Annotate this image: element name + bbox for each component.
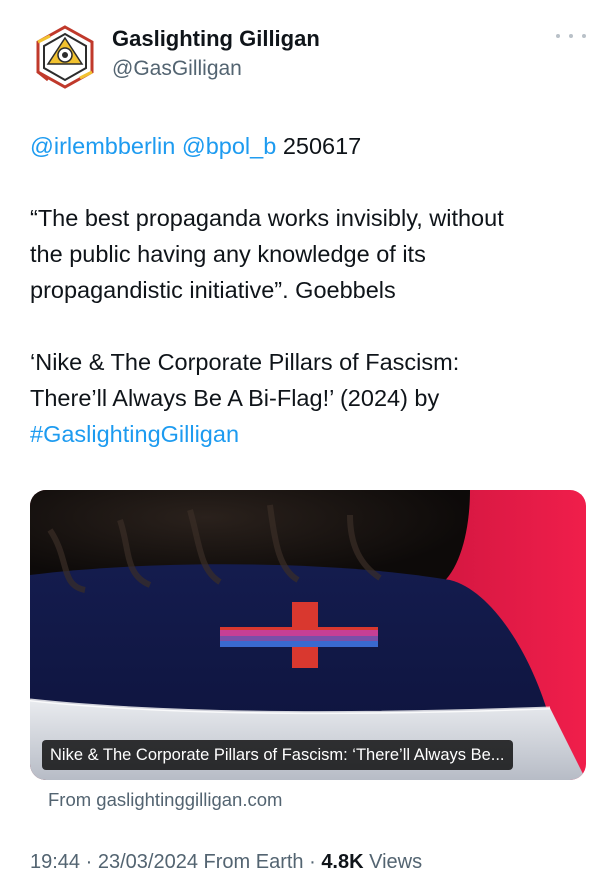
jersey-photo bbox=[30, 490, 586, 780]
tweet-date[interactable]: 23/03/2024 bbox=[98, 851, 198, 873]
mention-link[interactable]: @bpol_b bbox=[182, 133, 276, 159]
display-name[interactable]: Gaslighting Gilligan bbox=[112, 24, 320, 54]
views-label: Views bbox=[363, 851, 423, 873]
tweet-header: Gaslighting Gilligan @GasGilligan bbox=[30, 14, 586, 94]
meta-separator: · bbox=[80, 851, 98, 873]
quote-line: the public having any knowledge of its bbox=[30, 241, 426, 267]
dot bbox=[582, 34, 586, 38]
tweet-location: From Earth bbox=[197, 851, 304, 873]
link-card-caption[interactable]: Nike & The Corporate Pillars of Fascism:… bbox=[42, 740, 513, 770]
link-card-image[interactable]: Nike & The Corporate Pillars of Fascism:… bbox=[30, 490, 586, 780]
quote-line: propagandistic initiative”. Goebbels bbox=[30, 277, 396, 303]
mention-link[interactable]: @irlembberlin bbox=[30, 133, 175, 159]
title-line: There’ll Always Be A Bi-Flag!’ (2024) by bbox=[30, 385, 440, 411]
author-names: Gaslighting Gilligan @GasGilligan bbox=[112, 24, 320, 84]
ref-number: 250617 bbox=[282, 133, 362, 159]
dot bbox=[569, 34, 573, 38]
tweet-text: @irlembberlin @bpol_b 250617 “The best p… bbox=[30, 128, 590, 452]
tweet-meta: 19:44 · 23/03/2024 From Earth · 4.8K Vie… bbox=[30, 847, 422, 877]
dot bbox=[556, 34, 560, 38]
title-line: ‘Nike & The Corporate Pillars of Fascism… bbox=[30, 349, 460, 375]
views-count[interactable]: 4.8K bbox=[321, 851, 363, 873]
tweet-time[interactable]: 19:44 bbox=[30, 851, 80, 873]
mentions-line: @irlembberlin @bpol_b 250617 bbox=[30, 128, 590, 164]
quote-line: “The best propaganda works invisibly, wi… bbox=[30, 205, 504, 231]
avatar[interactable] bbox=[30, 22, 100, 92]
link-source[interactable]: From gaslightinggilligan.com bbox=[48, 786, 282, 814]
more-dots-icon[interactable] bbox=[556, 28, 586, 44]
handle[interactable]: @GasGilligan bbox=[112, 54, 320, 84]
geometric-emblem-icon bbox=[31, 23, 99, 91]
hashtag-line: #GaslightingGilligan bbox=[30, 416, 590, 452]
hashtag-link[interactable]: #GaslightingGilligan bbox=[30, 421, 239, 447]
meta-separator: · bbox=[303, 851, 322, 873]
